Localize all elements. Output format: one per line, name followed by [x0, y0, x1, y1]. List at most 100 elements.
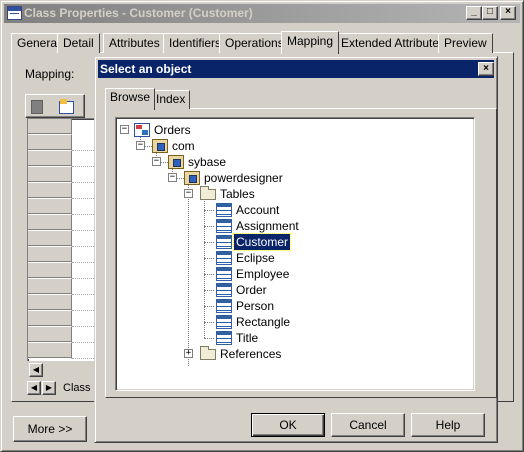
grid-row[interactable]	[28, 295, 72, 311]
tree-node-table[interactable]: Person	[116, 298, 476, 314]
tree-node-table-selected[interactable]: Customer	[116, 233, 476, 251]
model-icon	[134, 123, 150, 137]
close-button[interactable]: ×	[500, 6, 516, 20]
tree-label: Tables	[220, 187, 255, 201]
tab-detail[interactable]: Detail	[57, 33, 100, 53]
tree-node-table[interactable]: Rectangle	[116, 314, 476, 330]
ok-button[interactable]: OK	[251, 413, 325, 437]
mapping-grid[interactable]	[27, 118, 97, 378]
table-icon	[216, 331, 232, 345]
more-button[interactable]: More >>	[13, 416, 87, 442]
tree-label: Account	[236, 203, 280, 217]
tab-attributes[interactable]: Attributes	[103, 33, 166, 53]
ok-label: OK	[279, 418, 297, 432]
tree-node-sybase[interactable]: − sybase	[116, 154, 476, 170]
dialog-title: Select an object	[100, 62, 192, 76]
grid-row[interactable]	[28, 279, 72, 295]
tree-node-table[interactable]: Eclipse	[116, 250, 476, 266]
tree-node-table[interactable]: Order	[116, 282, 476, 298]
help-label: Help	[435, 418, 461, 432]
tree-node-orders[interactable]: − Orders	[116, 122, 476, 138]
outer-title-bar[interactable]: Class Properties - Customer (Customer) _…	[4, 4, 520, 23]
sheet-tab-class[interactable]: Class	[63, 382, 91, 394]
tree-node-com[interactable]: − com	[116, 138, 476, 154]
tree-label: Assignment	[236, 219, 299, 233]
maximize-button[interactable]: □	[482, 6, 498, 20]
table-icon	[216, 219, 232, 233]
tree-label: Orders	[154, 123, 191, 137]
minimize-button[interactable]: _	[466, 6, 482, 20]
tree-label: References	[220, 347, 282, 361]
grid-row[interactable]	[28, 183, 72, 199]
tab-mapping[interactable]: Mapping	[281, 31, 340, 54]
grid-row[interactable]	[28, 263, 72, 279]
folder-icon	[200, 186, 216, 200]
tree-node-table[interactable]: Account	[116, 202, 476, 218]
tab-extended-attributes[interactable]: Extended Attributes	[335, 33, 452, 53]
cancel-button[interactable]: Cancel	[331, 413, 405, 437]
table-icon	[216, 299, 232, 313]
table-icon	[216, 203, 232, 217]
tree-label: powerdesigner	[204, 171, 283, 185]
help-button[interactable]: Help	[411, 413, 485, 437]
close-icon: ×	[505, 6, 511, 17]
expand-icon[interactable]: +	[184, 349, 193, 358]
tree-node-table[interactable]: Assignment	[116, 218, 476, 234]
grid-row[interactable]	[28, 151, 72, 167]
grid-row[interactable]	[28, 327, 72, 343]
close-icon: ×	[483, 63, 489, 74]
scroll-left-icon[interactable]: ◀	[29, 363, 43, 377]
grid-row[interactable]	[28, 135, 72, 151]
minimize-icon: _	[471, 6, 477, 17]
maximize-icon: □	[486, 6, 494, 17]
table-icon	[216, 235, 232, 249]
table-icon	[216, 251, 232, 265]
outer-window-title: Class Properties - Customer (Customer)	[24, 6, 253, 20]
tree-node-table[interactable]: Title	[116, 330, 476, 346]
sheet-prev-icon[interactable]: ◀	[27, 381, 41, 395]
select-object-dialog: Select an object × Browse Index − Orders	[94, 56, 498, 443]
tree-label: Order	[236, 283, 267, 297]
sheet-tab-strip: ◀ ▶ Class	[27, 380, 97, 397]
tab-index[interactable]: Index	[151, 90, 191, 109]
grid-row[interactable]	[28, 215, 72, 231]
tree-label: Eclipse	[236, 251, 275, 265]
tab-identifiers[interactable]: Identifiers	[163, 33, 228, 53]
grid-row[interactable]	[28, 247, 72, 263]
grid-row[interactable]	[28, 343, 72, 359]
collapse-icon[interactable]: −	[136, 141, 145, 150]
cancel-label: Cancel	[349, 418, 387, 432]
object-tree[interactable]: − Orders − com − sybase − powerdesigner …	[115, 117, 475, 391]
package-icon	[184, 171, 200, 185]
dialog-close-button[interactable]: ×	[478, 62, 494, 76]
grid-row[interactable]	[28, 231, 72, 247]
grid-row[interactable]	[28, 311, 72, 327]
dialog-title-bar[interactable]: Select an object ×	[98, 60, 494, 78]
tree-node-tables[interactable]: − Tables	[116, 186, 476, 202]
horizontal-scrollbar[interactable]: ◀	[27, 361, 97, 378]
table-icon	[216, 267, 232, 281]
grid-row[interactable]	[28, 199, 72, 215]
collapse-icon[interactable]: −	[184, 189, 193, 198]
tree-label-selected: Customer	[232, 233, 292, 251]
tree-label: Rectangle	[236, 315, 291, 329]
tree-node-table[interactable]: Employee	[116, 266, 476, 282]
tab-browse[interactable]: Browse	[105, 88, 156, 110]
collapse-icon[interactable]: −	[168, 173, 177, 182]
tab-preview[interactable]: Preview	[438, 33, 493, 53]
tree-label: sybase	[188, 155, 227, 169]
mapping-toolbar	[25, 94, 85, 118]
add-mapping-icon[interactable]	[56, 97, 76, 117]
collapse-icon[interactable]: −	[120, 125, 129, 134]
grid-header	[28, 119, 72, 135]
tree-label: Employee	[236, 267, 290, 281]
mapping-label: Mapping:	[25, 67, 75, 81]
tree-node-references[interactable]: + References	[116, 346, 476, 362]
collapse-icon[interactable]: −	[152, 157, 161, 166]
tree-node-powerdesigner[interactable]: − powerdesigner	[116, 170, 476, 186]
properties-icon[interactable]	[28, 97, 48, 117]
sheet-next-icon[interactable]: ▶	[42, 381, 56, 395]
grid-row[interactable]	[28, 167, 72, 183]
table-icon	[216, 283, 232, 297]
tab-operations[interactable]: Operations	[219, 33, 290, 53]
